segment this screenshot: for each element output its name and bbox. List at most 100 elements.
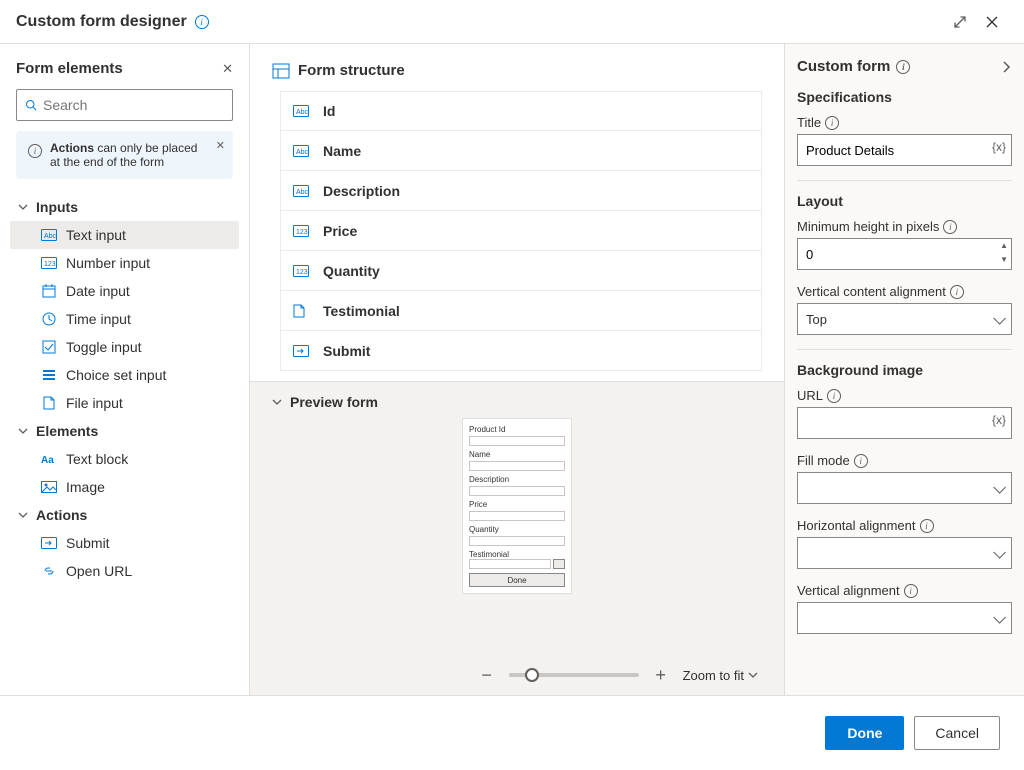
group-inputs[interactable]: Inputs	[10, 193, 239, 221]
toggle-icon	[40, 340, 58, 354]
valign2-label: Vertical alignmenti	[797, 583, 1012, 598]
dismiss-banner-icon[interactable]: ✕	[216, 139, 225, 152]
structure-row[interactable]: Abc Id	[280, 91, 762, 131]
item-choice-input[interactable]: Choice set input	[10, 361, 239, 389]
structure-row[interactable]: 123Quantity	[280, 251, 762, 291]
structure-row[interactable]: AbcDescription	[280, 171, 762, 211]
item-open-url[interactable]: Open URL	[10, 557, 239, 585]
search-input[interactable]	[16, 89, 233, 121]
preview-label: Testimonial	[469, 550, 509, 559]
item-date-input[interactable]: Date input	[10, 277, 239, 305]
url-input[interactable]	[797, 407, 1012, 439]
fx-icon[interactable]: {x}	[992, 140, 1006, 154]
spinner-icon[interactable]: ▲▼	[1000, 242, 1008, 264]
item-label: Open URL	[66, 563, 132, 579]
valign-select[interactable]: Top	[797, 303, 1012, 335]
preview-input[interactable]	[469, 436, 565, 446]
svg-text:Abc: Abc	[296, 109, 309, 116]
title-input[interactable]	[797, 134, 1012, 166]
halign-select[interactable]	[797, 537, 1012, 569]
preview-input[interactable]	[469, 511, 565, 521]
search-field[interactable]	[43, 97, 224, 113]
file-browse-icon[interactable]	[553, 559, 565, 569]
chevron-down-icon	[748, 670, 758, 680]
zoom-slider[interactable]	[509, 673, 639, 677]
halign-label: Horizontal alignmenti	[797, 518, 1012, 533]
file-icon	[293, 304, 313, 318]
structure-row[interactable]: Submit	[280, 331, 762, 371]
app-title: Custom form designer	[16, 13, 187, 31]
row-label: Id	[323, 103, 335, 119]
preview-label: Description	[469, 475, 565, 484]
valign-label: Vertical content alignmenti	[797, 284, 1012, 299]
footer: Done Cancel	[0, 695, 1024, 770]
svg-text:123: 123	[296, 229, 308, 236]
title-label: Titlei	[797, 115, 1012, 130]
text-icon: Abc	[293, 185, 313, 197]
info-icon[interactable]: i	[950, 285, 964, 299]
structure-row[interactable]: AbcName	[280, 131, 762, 171]
chevron-right-icon[interactable]	[1000, 61, 1012, 73]
preview-label: Name	[469, 450, 565, 459]
info-icon[interactable]: i	[854, 454, 868, 468]
info-banner: i Actions can only be placed at the end …	[16, 131, 233, 179]
row-label: Testimonial	[323, 303, 400, 319]
cancel-button[interactable]: Cancel	[914, 716, 1000, 750]
svg-text:Abc: Abc	[296, 189, 309, 196]
item-text-block[interactable]: AaText block	[10, 445, 239, 473]
group-actions[interactable]: Actions	[10, 501, 239, 529]
preview-input[interactable]	[469, 486, 565, 496]
text-icon: Abc	[40, 229, 58, 241]
close-panel-icon[interactable]: ✕	[222, 61, 233, 77]
item-text-input[interactable]: AbcText input	[10, 221, 239, 249]
info-icon[interactable]: i	[195, 15, 209, 29]
valign2-select[interactable]	[797, 602, 1012, 634]
fx-icon[interactable]: {x}	[992, 413, 1006, 427]
info-icon[interactable]: i	[825, 116, 839, 130]
svg-text:123: 123	[44, 261, 56, 268]
item-label: Text block	[66, 451, 128, 467]
zoom-to-fit[interactable]: Zoom to fit	[683, 668, 758, 683]
item-submit[interactable]: Submit	[10, 529, 239, 557]
group-label: Inputs	[36, 199, 78, 215]
preview-input[interactable]	[469, 461, 565, 471]
item-file-input[interactable]: File input	[10, 389, 239, 417]
row-label: Submit	[323, 343, 370, 359]
image-icon	[40, 481, 58, 493]
structure-row[interactable]: 123Price	[280, 211, 762, 251]
info-icon[interactable]: i	[896, 60, 910, 74]
item-label: Toggle input	[66, 339, 142, 355]
item-label: Date input	[66, 283, 130, 299]
info-icon[interactable]: i	[920, 519, 934, 533]
zoom-in-icon[interactable]: +	[651, 665, 671, 685]
fillmode-select[interactable]	[797, 472, 1012, 504]
structure-row[interactable]: Testimonial	[280, 291, 762, 331]
structure-icon	[272, 63, 290, 79]
number-icon: 123	[293, 225, 313, 237]
close-icon[interactable]	[976, 6, 1008, 38]
chevron-down-icon	[272, 397, 282, 407]
middle-panel: Form structure AbcId AbcName AbcDescript…	[250, 44, 784, 695]
info-icon[interactable]: i	[904, 584, 918, 598]
info-icon[interactable]: i	[943, 220, 957, 234]
info-icon[interactable]: i	[827, 389, 841, 403]
expand-icon[interactable]	[944, 6, 976, 38]
preview-input[interactable]	[469, 536, 565, 546]
zoom-out-icon[interactable]: −	[477, 665, 497, 685]
item-time-input[interactable]: Time input	[10, 305, 239, 333]
minheight-label: Minimum height in pixelsi	[797, 219, 1012, 234]
done-button[interactable]: Done	[825, 716, 904, 750]
text-icon: Abc	[293, 145, 313, 157]
number-icon: 123	[293, 265, 313, 277]
item-number-input[interactable]: 123Number input	[10, 249, 239, 277]
preview-done-button[interactable]: Done	[469, 573, 565, 587]
preview-header[interactable]: Preview form	[272, 394, 762, 410]
zoom-thumb[interactable]	[525, 668, 539, 682]
zoom-fit-label: Zoom to fit	[683, 668, 744, 683]
preview-input[interactable]	[469, 559, 551, 569]
group-elements[interactable]: Elements	[10, 417, 239, 445]
text-icon: Abc	[293, 105, 313, 117]
item-toggle-input[interactable]: Toggle input	[10, 333, 239, 361]
item-image[interactable]: Image	[10, 473, 239, 501]
minheight-input[interactable]	[797, 238, 1012, 270]
